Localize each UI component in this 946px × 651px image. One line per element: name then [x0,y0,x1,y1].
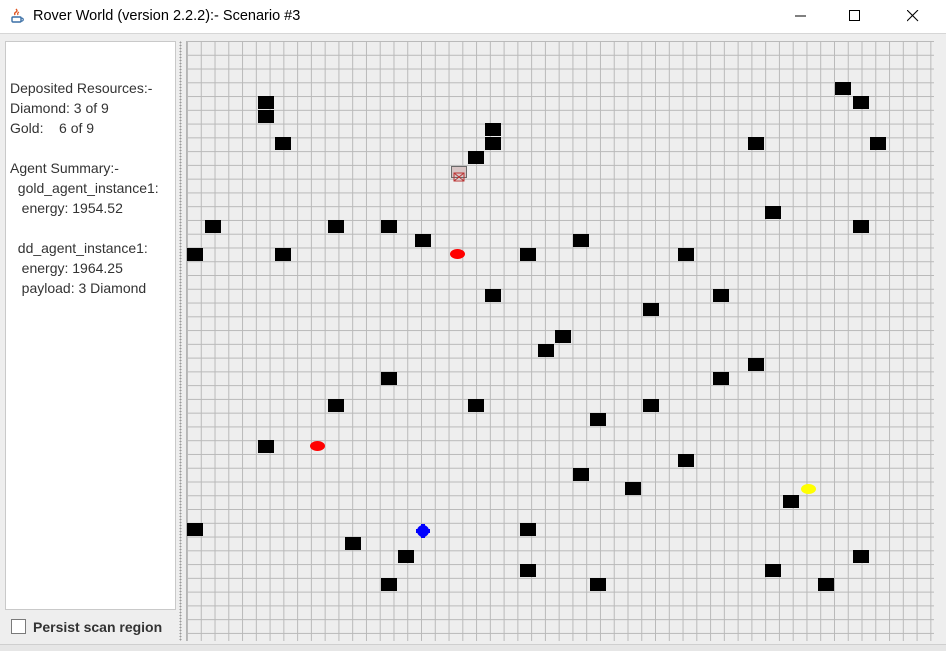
obstacle-cell [275,137,291,150]
obstacle-cell [678,454,694,467]
obstacle-cell [783,495,799,508]
obstacle-cell [258,110,274,123]
window-title: Rover World (version 2.2.2):- Scenario #… [33,8,301,24]
obstacle-cell [870,137,886,150]
obstacle-cell [415,234,431,247]
gold-resource [801,484,816,494]
obstacle-cell [398,550,414,563]
obstacle-cell [643,303,659,316]
persist-scan-label: Persist scan region [33,619,163,635]
maximize-icon [849,10,860,21]
obstacle-cell [468,151,484,164]
panel-splitter[interactable] [177,41,186,641]
obstacle-cell [520,523,536,536]
diamond-resource [450,249,465,259]
marked-cell-icon [451,166,467,182]
dd-agent-energy: energy: 1964.25 [10,260,123,276]
obstacle-cell [678,248,694,261]
obstacle-cell [345,537,361,550]
obstacle-cell [713,289,729,302]
maximize-button[interactable] [832,0,878,33]
obstacle-cell [853,550,869,563]
obstacle-cell [187,523,203,536]
obstacle-cell [205,220,221,233]
gold-agent-energy: energy: 1954.52 [10,200,123,216]
obstacle-cell [187,248,203,261]
obstacle-cell [573,468,589,481]
world-grid[interactable] [186,41,934,641]
diamond-resource [310,441,325,451]
obstacle-cell [485,289,501,302]
obstacle-cell [835,82,851,95]
deposited-resources-heading: Deposited Resources:- [10,80,153,96]
obstacle-cell [713,372,729,385]
obstacle-cell [275,248,291,261]
obstacle-cell [573,234,589,247]
dd-agent-name: dd_agent_instance1: [10,240,148,256]
obstacle-cell [853,220,869,233]
obstacle-cell [485,137,501,150]
gold-agent-name: gold_agent_instance1: [10,180,159,196]
close-button[interactable] [890,0,936,33]
obstacle-cell [328,399,344,412]
info-panel: Deposited Resources:- Diamond: 3 of 9 Go… [5,41,176,610]
obstacle-cell [381,372,397,385]
obstacle-cell [538,344,554,357]
minimize-button[interactable] [778,0,824,33]
obstacle-cell [555,330,571,343]
obstacle-cell [485,123,501,136]
obstacle-cell [381,578,397,591]
obstacle-cell [748,137,764,150]
persist-scan-row[interactable]: Persist scan region [5,613,176,641]
obstacle-cell [258,440,274,453]
rover-agent-icon [415,523,431,542]
obstacle-cell [625,482,641,495]
obstacle-cell [818,578,834,591]
diamond-count: Diamond: 3 of 9 [10,100,109,116]
agent-summary-heading: Agent Summary:- [10,160,119,176]
window-bottom-edge [0,644,946,651]
persist-scan-checkbox[interactable] [11,619,26,634]
minimize-icon [795,15,806,17]
obstacle-cell [590,578,606,591]
obstacle-cell [853,96,869,109]
obstacle-cell [381,220,397,233]
title-bar: Rover World (version 2.2.2):- Scenario #… [0,0,946,33]
obstacle-cell [520,564,536,577]
gold-count: Gold: 6 of 9 [10,120,95,136]
obstacle-cell [748,358,764,371]
dd-agent-payload: payload: 3 Diamond [10,280,147,296]
obstacle-cell [328,220,344,233]
obstacle-cell [520,248,536,261]
obstacle-cell [765,564,781,577]
java-cup-icon [9,8,25,24]
splitter-grip [179,41,182,641]
obstacle-cell [258,96,274,109]
close-icon [907,10,919,22]
obstacle-cell [468,399,484,412]
obstacle-cell [643,399,659,412]
obstacle-cell [590,413,606,426]
obstacle-cell [765,206,781,219]
